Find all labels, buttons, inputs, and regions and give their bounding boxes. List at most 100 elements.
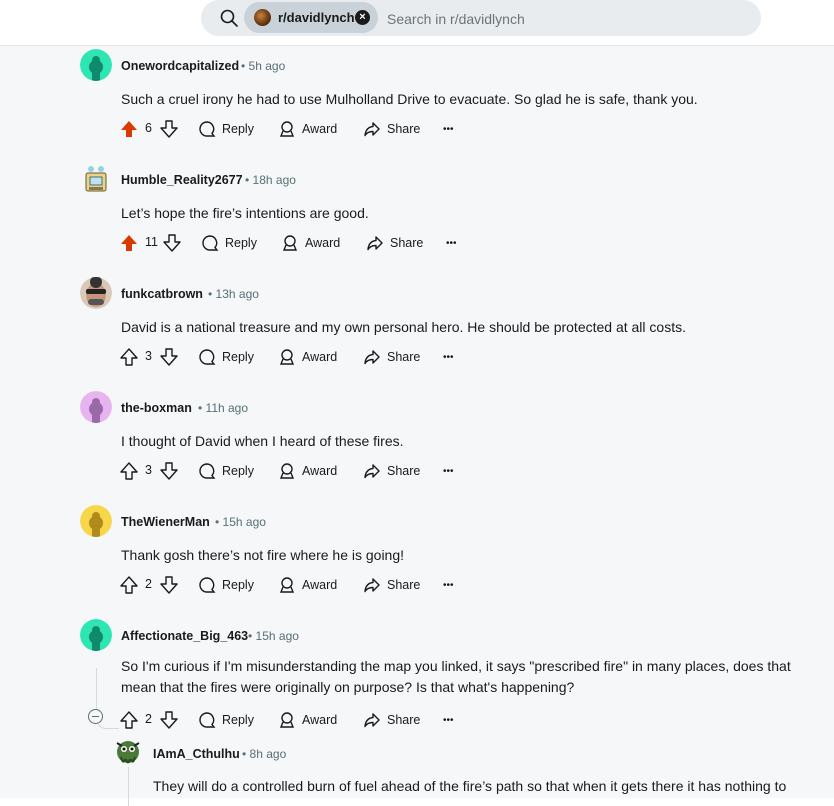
award-icon bbox=[279, 712, 295, 728]
award-label: Award bbox=[302, 578, 338, 592]
comment: funkcatbrown • 13h ago David is a nation… bbox=[0, 274, 834, 388]
share-label: Share bbox=[387, 350, 421, 364]
more-options-icon[interactable]: ••• bbox=[443, 346, 454, 368]
downvote-icon[interactable] bbox=[160, 346, 178, 368]
comment-actions: 2 Reply Award Share ••• bbox=[120, 709, 480, 731]
comment-author[interactable]: Humble_Reality2677 bbox=[121, 173, 243, 187]
award-label: Award bbox=[302, 350, 338, 364]
downvote-icon[interactable] bbox=[160, 574, 178, 596]
more-options-icon[interactable]: ••• bbox=[443, 574, 454, 596]
award-button[interactable]: Award bbox=[278, 574, 337, 596]
downvote-icon[interactable] bbox=[160, 709, 178, 731]
comment-bubble-icon bbox=[199, 577, 216, 593]
upvote-icon[interactable] bbox=[120, 460, 138, 482]
award-button[interactable]: Award bbox=[281, 232, 340, 254]
more-options-icon[interactable]: ••• bbox=[443, 460, 454, 482]
vote-count: 3 bbox=[145, 349, 152, 363]
comment-author[interactable]: funkcatbrown bbox=[121, 287, 203, 301]
award-label: Award bbox=[302, 464, 338, 478]
comment-timestamp: • 5h ago bbox=[241, 59, 286, 73]
upvote-icon[interactable] bbox=[120, 709, 138, 731]
share-button[interactable]: Share bbox=[363, 460, 420, 482]
avatar[interactable] bbox=[80, 277, 112, 309]
comment: the-boxman • 11h ago I thought of David … bbox=[0, 388, 834, 502]
comment-bubble-icon bbox=[202, 235, 219, 251]
avatar[interactable] bbox=[113, 737, 143, 767]
share-icon bbox=[364, 713, 380, 728]
downvote-icon[interactable] bbox=[160, 118, 178, 140]
reply-label: Reply bbox=[225, 236, 257, 250]
reply-button[interactable]: Reply bbox=[198, 574, 254, 596]
search-icon[interactable] bbox=[219, 8, 239, 28]
award-button[interactable]: Award bbox=[278, 118, 337, 140]
downvote-icon[interactable] bbox=[163, 232, 181, 254]
upvote-icon[interactable] bbox=[120, 574, 138, 596]
share-button[interactable]: Share bbox=[363, 346, 420, 368]
share-icon bbox=[364, 122, 380, 137]
vote-count: 2 bbox=[145, 712, 152, 726]
reply-label: Reply bbox=[222, 464, 254, 478]
comment-timestamp: • 18h ago bbox=[245, 173, 296, 187]
share-button[interactable]: Share bbox=[366, 232, 423, 254]
avatar[interactable] bbox=[80, 619, 112, 651]
vote-count: 2 bbox=[145, 577, 152, 591]
reply-button[interactable]: Reply bbox=[198, 346, 254, 368]
comment-list: Onewordcapitalized • 5h ago Such a cruel… bbox=[0, 46, 834, 806]
comment-author[interactable]: Onewordcapitalized bbox=[121, 59, 239, 73]
comment-author[interactable]: Affectionate_Big_463 bbox=[121, 629, 248, 643]
share-label: Share bbox=[387, 464, 421, 478]
award-icon bbox=[279, 121, 295, 137]
reply-button[interactable]: Reply bbox=[201, 232, 257, 254]
award-icon bbox=[279, 577, 295, 593]
remove-filter-close-icon[interactable]: × bbox=[355, 10, 370, 25]
vote-count: 11 bbox=[145, 235, 158, 249]
award-label: Award bbox=[302, 713, 338, 727]
downvote-icon[interactable] bbox=[160, 460, 178, 482]
share-button[interactable]: Share bbox=[363, 709, 420, 731]
comment-bubble-icon bbox=[199, 349, 216, 365]
more-options-icon[interactable]: ••• bbox=[443, 709, 454, 731]
search-bar[interactable]: r/davidlynch × bbox=[201, 0, 761, 36]
reply-button[interactable]: Reply bbox=[198, 460, 254, 482]
award-button[interactable]: Award bbox=[278, 346, 337, 368]
comment-body: Such a cruel irony he had to use Mulholl… bbox=[121, 91, 698, 107]
share-label: Share bbox=[387, 578, 421, 592]
share-icon bbox=[364, 464, 380, 479]
comment-actions: 11 Reply Award Share ••• bbox=[120, 232, 480, 254]
avatar[interactable] bbox=[80, 505, 112, 537]
comment-author[interactable]: the-boxman bbox=[121, 401, 192, 415]
award-label: Award bbox=[305, 236, 341, 250]
comment-body: Let’s hope the fire’s intentions are goo… bbox=[121, 205, 369, 221]
comment: Affectionate_Big_463 • 15h ago So I'm cu… bbox=[0, 616, 834, 752]
share-button[interactable]: Share bbox=[363, 118, 420, 140]
avatar[interactable] bbox=[80, 391, 112, 423]
subreddit-filter-chip[interactable]: r/davidlynch × bbox=[244, 2, 378, 33]
collapse-thread-icon[interactable] bbox=[88, 709, 103, 724]
comment-timestamp: • 13h ago bbox=[208, 287, 259, 301]
comment-author[interactable]: IAmA_Cthulhu bbox=[153, 747, 240, 761]
share-button[interactable]: Share bbox=[363, 574, 420, 596]
vote-count: 6 bbox=[145, 121, 152, 135]
avatar[interactable] bbox=[80, 163, 112, 195]
reply-button[interactable]: Reply bbox=[198, 118, 254, 140]
upvote-icon[interactable] bbox=[120, 346, 138, 368]
more-options-icon[interactable]: ••• bbox=[446, 232, 457, 254]
comment-author[interactable]: TheWienerMan bbox=[121, 515, 210, 529]
share-icon bbox=[367, 236, 383, 251]
award-button[interactable]: Award bbox=[278, 709, 337, 731]
share-label: Share bbox=[390, 236, 424, 250]
reply-label: Reply bbox=[222, 578, 254, 592]
more-options-icon[interactable]: ••• bbox=[443, 118, 454, 140]
comment-timestamp: • 15h ago bbox=[248, 629, 299, 643]
share-label: Share bbox=[387, 122, 421, 136]
reply-button[interactable]: Reply bbox=[198, 709, 254, 731]
comment-bubble-icon bbox=[199, 712, 216, 728]
comment-timestamp: • 15h ago bbox=[215, 515, 266, 529]
search-input[interactable] bbox=[385, 8, 689, 30]
upvote-icon[interactable] bbox=[120, 232, 138, 254]
upvote-icon[interactable] bbox=[120, 118, 138, 140]
award-icon bbox=[282, 235, 298, 251]
comment: Humble_Reality2677 • 18h ago Let’s hope … bbox=[0, 160, 834, 274]
avatar[interactable] bbox=[80, 49, 112, 81]
award-button[interactable]: Award bbox=[278, 460, 337, 482]
